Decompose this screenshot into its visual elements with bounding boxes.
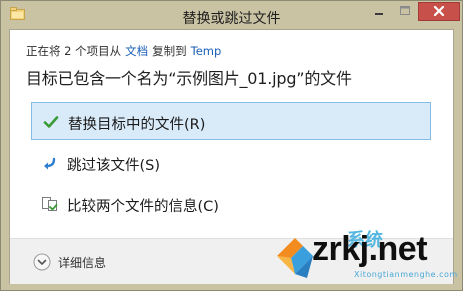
status-prefix: 正在将 2 个项目从: [26, 44, 122, 58]
checkmark-icon: [43, 116, 59, 128]
destination-folder-link[interactable]: Temp: [191, 44, 222, 58]
compare-option-label: 比较两个文件的信息(C): [67, 199, 219, 215]
conflict-headline: 目标已包含一个名为“示例图片_01.jpg”的文件: [26, 69, 352, 88]
status-middle: 复制到: [152, 44, 187, 58]
replace-option-label: 替换目标中的文件(R): [68, 117, 206, 133]
minimize-icon: [375, 13, 383, 15]
skip-option-label: 跳过该文件(S): [67, 158, 161, 174]
replace-option[interactable]: 替换目标中的文件(R): [31, 102, 431, 140]
close-icon: [433, 5, 445, 17]
skip-option[interactable]: 跳过该文件(S): [31, 144, 431, 182]
more-details-toggle[interactable]: 详细信息: [58, 254, 106, 271]
copy-status-text: 正在将 2 个项目从 文档 复制到 Temp: [26, 43, 221, 59]
maximize-icon: [400, 6, 410, 15]
maximize-button[interactable]: [392, 2, 418, 21]
source-folder-link[interactable]: 文档: [125, 44, 148, 58]
minimize-button[interactable]: [366, 2, 392, 21]
dialog-window: 替换或跳过文件 正在将 2 个项目从 文档 复制到 Temp 目标已包含一个名为“示例…: [0, 0, 463, 291]
close-button[interactable]: [418, 2, 460, 21]
skip-arrow-icon: [44, 157, 56, 170]
compare-files-icon: [42, 197, 58, 211]
dialog-footer: 详细信息: [10, 238, 453, 284]
chevron-down-icon[interactable]: [33, 253, 51, 271]
title-bar[interactable]: 替换或跳过文件: [1, 1, 462, 29]
compare-option[interactable]: 比较两个文件的信息(C): [31, 185, 431, 223]
